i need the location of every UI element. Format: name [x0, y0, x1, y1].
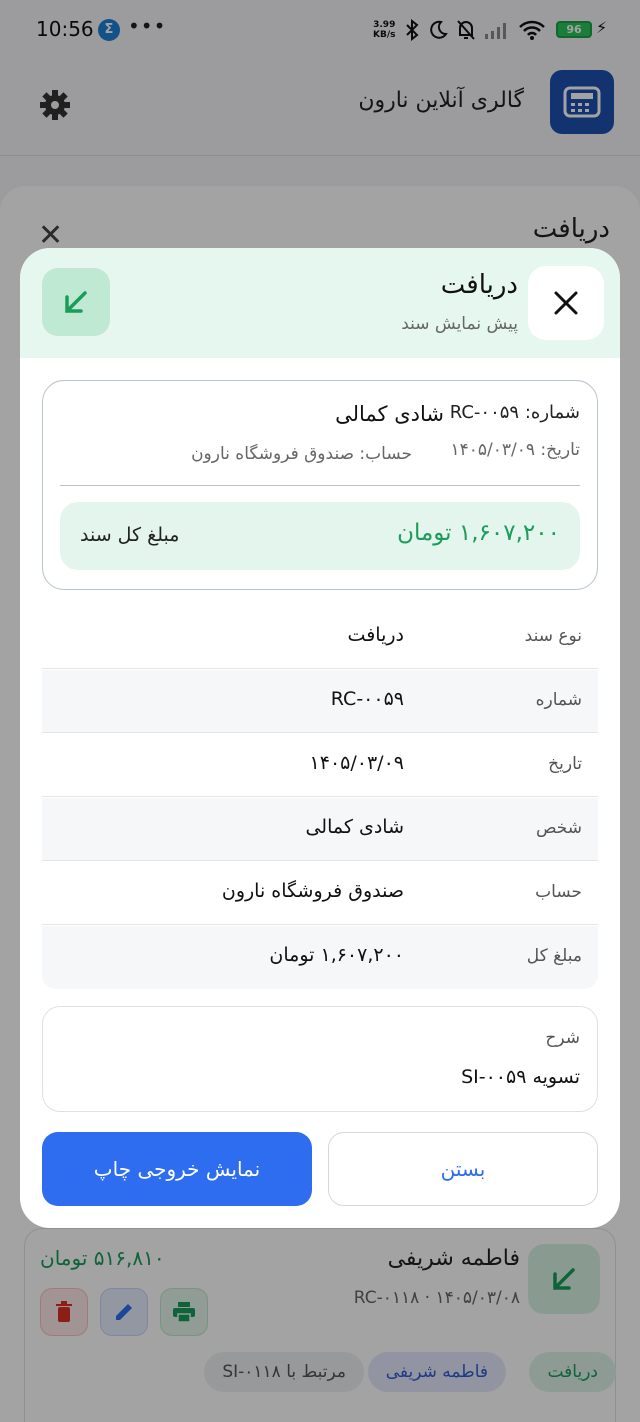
- detail-row: مبلغ کل ۱,۶۰۷,۲۰۰ تومان: [42, 926, 598, 989]
- detail-value: ۱,۶۰۷,۲۰۰ تومان: [269, 944, 404, 966]
- dialog-close-button[interactable]: [528, 266, 604, 340]
- detail-label: شخص: [535, 818, 582, 838]
- detail-label: مبلغ کل: [526, 946, 582, 966]
- show-print-output-button[interactable]: نمایش خروجی چاپ: [42, 1132, 312, 1206]
- detail-label: تاریخ: [548, 754, 582, 774]
- close-button[interactable]: بستن: [328, 1132, 598, 1206]
- close-icon: [554, 291, 578, 315]
- detail-label: شماره: [535, 690, 582, 710]
- detail-value: صندوق فروشگاه نارون: [221, 880, 404, 902]
- detail-row: نوع سند دریافت: [42, 606, 598, 669]
- divider: [60, 485, 580, 486]
- arrow-down-left-icon: [42, 268, 110, 336]
- detail-row: شخص شادی کمالی: [42, 798, 598, 861]
- description-value: تسویه SI-۰۰۵۹: [461, 1066, 580, 1088]
- summary-date: تاریخ: ۱۴۰۵/۰۳/۰۹: [450, 440, 580, 460]
- summary-person: شادی کمالی: [335, 402, 444, 426]
- detail-value: ۱۴۰۵/۰۳/۰۹: [309, 752, 404, 774]
- detail-value: دریافت: [347, 624, 404, 646]
- detail-row: تاریخ ۱۴۰۵/۰۳/۰۹: [42, 734, 598, 797]
- description-box: [42, 1006, 598, 1112]
- detail-row: شماره RC-۰۰۵۹: [42, 670, 598, 733]
- dialog-subtitle: پیش نمایش سند: [401, 314, 518, 334]
- summary-number: شماره: RC-۰۰۵۹: [449, 402, 580, 423]
- detail-value: RC-۰۰۵۹: [330, 688, 404, 710]
- summary-account: حساب: صندوق فروشگاه نارون: [191, 444, 412, 464]
- description-label: شرح: [545, 1028, 580, 1048]
- detail-row: حساب صندوق فروشگاه نارون: [42, 862, 598, 925]
- detail-label: حساب: [535, 882, 582, 902]
- dialog-title: دریافت: [440, 270, 518, 300]
- total-label: مبلغ کل سند: [80, 524, 180, 546]
- total-amount: ۱,۶۰۷,۲۰۰ تومان: [397, 520, 560, 546]
- detail-value: شادی کمالی: [305, 816, 404, 838]
- detail-label: نوع سند: [524, 626, 582, 646]
